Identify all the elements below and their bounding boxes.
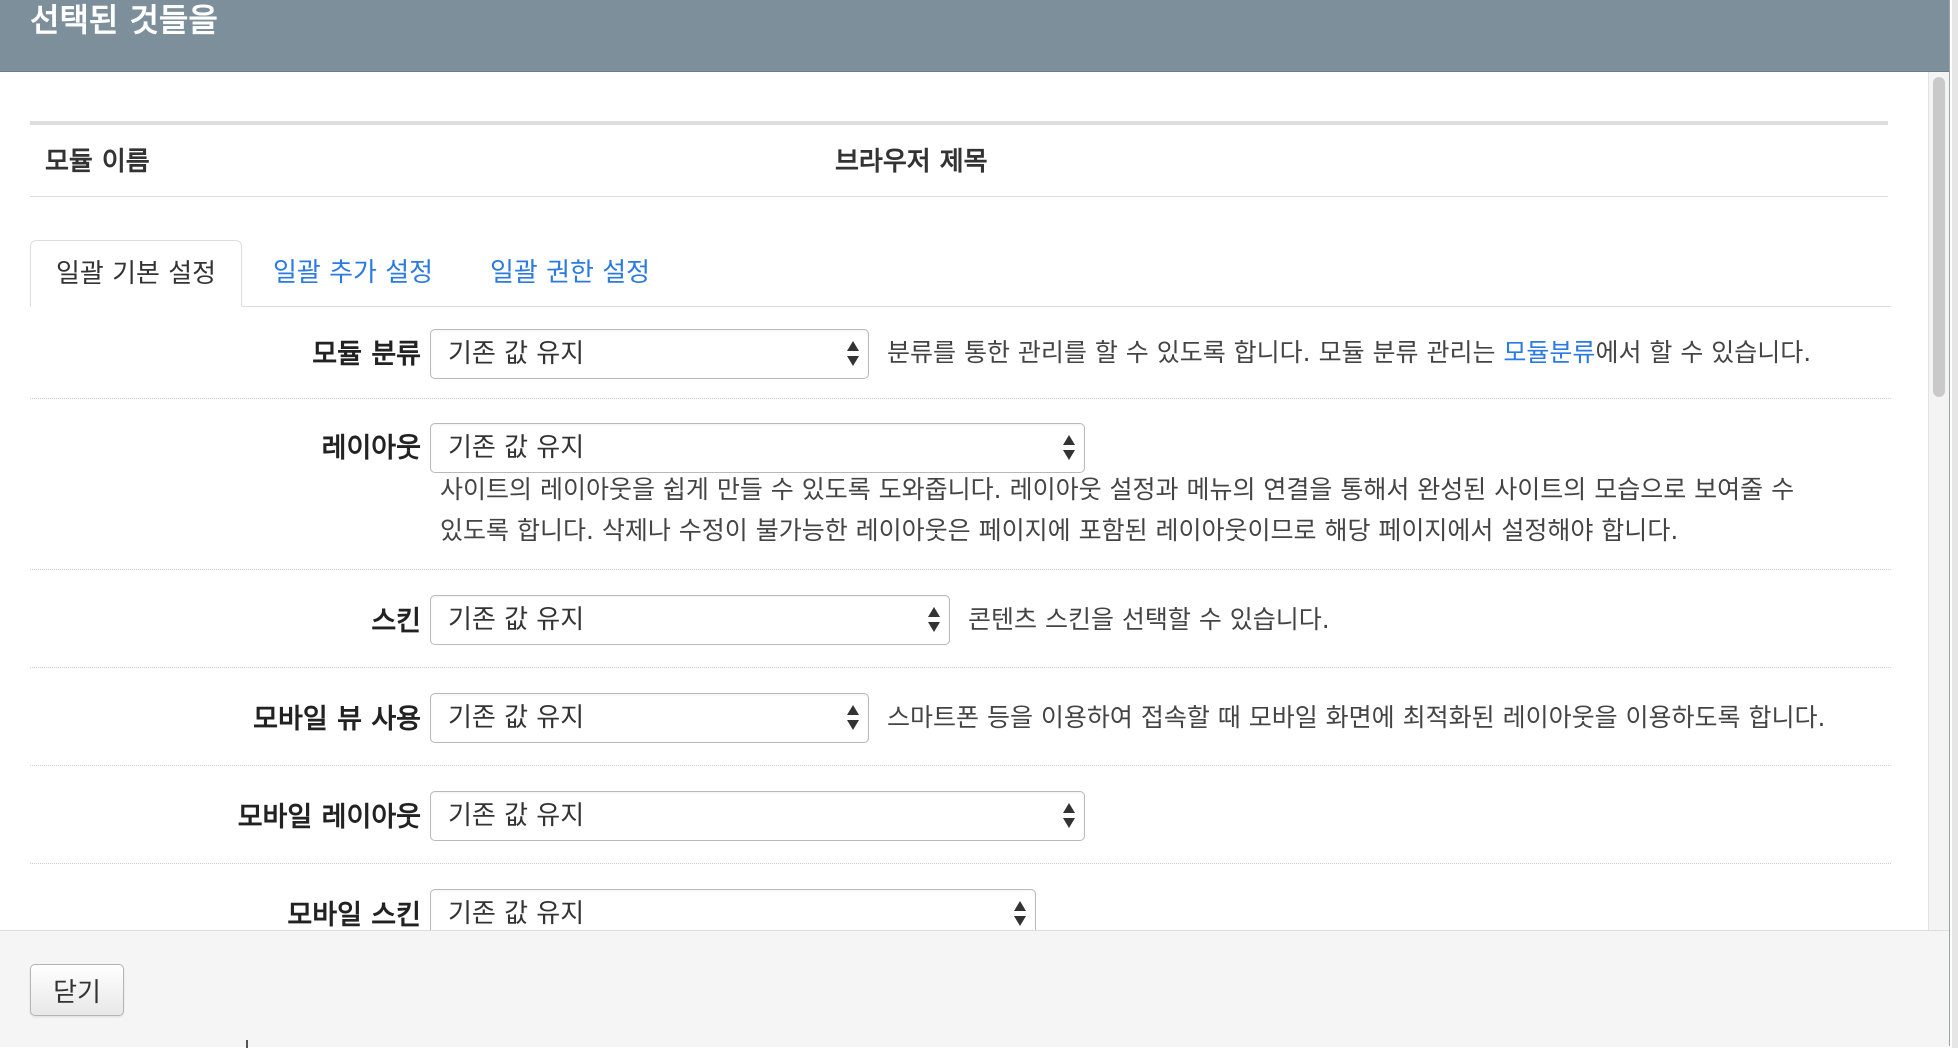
skin-label: 스킨 <box>371 606 421 637</box>
form-row-layout: 레이아웃 기존 값 유지 사이트의 레이아웃을 쉽게 만들 수 있도록 도와줍니… <box>30 399 1891 570</box>
module-category-help: 분류를 통한 관리를 할 수 있도록 합니다. 모듈 분류 관리는 모듈분류에서… <box>887 336 1811 370</box>
mobile-view-help: 스마트폰 등을 이용하여 접속할 때 모바일 화면에 최적화된 레이아웃을 이용… <box>887 703 1826 732</box>
skin-help: 콘텐츠 스킨을 선택할 수 있습니다. <box>968 605 1330 634</box>
mobile-view-select-value: 기존 값 유지 <box>448 703 585 733</box>
tab-batch-additional-settings[interactable]: 일괄 추가 설정 <box>248 240 458 306</box>
layout-help-line-1: 사이트의 레이아웃을 쉽게 만들 수 있도록 도와줍니다. 레이아웃 설정과 메… <box>440 475 1795 504</box>
selected-modules-table: 모듈 이름 브라우저 제목 <box>30 121 1888 197</box>
modal-body[interactable]: 모듈 이름 브라우저 제목 일괄 기본 설정 일괄 추가 설정 일괄 권한 설정… <box>0 72 1928 930</box>
mobile-skin-select[interactable]: 기존 값 유지 <box>430 889 1036 930</box>
layout-help-line-2: 있도록 합니다. 삭제나 수정이 불가능한 레이아웃은 페이지에 포함된 레이아… <box>440 516 1679 545</box>
settings-tabs: 일괄 기본 설정 일괄 추가 설정 일괄 권한 설정 <box>30 240 1891 307</box>
underlying-page-mark <box>246 1040 248 1048</box>
module-category-help-text-end: 에서 할 수 있습니다. <box>1595 338 1812 367</box>
mobile-skin-select-value: 기존 값 유지 <box>448 899 585 929</box>
modal-header: 선택된 것들을 <box>0 0 1949 72</box>
mobile-layout-label: 모바일 레이아웃 <box>237 802 421 833</box>
form-row-skin: 스킨 기존 값 유지 콘텐츠 스킨을 선택할 수 있습니다. <box>30 570 1891 668</box>
layout-select[interactable]: 기존 값 유지 <box>430 423 1085 473</box>
select-arrows-icon <box>846 339 860 369</box>
mobile-view-select[interactable]: 기존 값 유지 <box>430 693 869 743</box>
column-header-module-name: 모듈 이름 <box>45 147 150 177</box>
skin-select-value: 기존 값 유지 <box>448 605 585 635</box>
modal-scrollbar-thumb[interactable] <box>1933 77 1945 397</box>
tab-batch-basic-settings[interactable]: 일괄 기본 설정 <box>30 240 243 307</box>
modal-footer: 닫기 <box>0 930 1949 1047</box>
skin-select[interactable]: 기존 값 유지 <box>430 595 950 645</box>
select-arrows-icon <box>846 703 860 733</box>
select-arrows-icon <box>1013 899 1027 929</box>
module-category-select[interactable]: 기존 값 유지 <box>430 329 869 379</box>
tab-batch-permission-settings[interactable]: 일괄 권한 설정 <box>465 240 675 306</box>
underlying-page-edge <box>1952 0 1958 1048</box>
page: 선택된 것들을 모듈 이름 브라우저 제목 일괄 기본 설정 일괄 추가 설정 … <box>0 0 1958 1048</box>
close-button[interactable]: 닫기 <box>30 964 124 1016</box>
form-row-mobile-view: 모바일 뷰 사용 기존 값 유지 스마트폰 등을 이용하여 접속할 때 모바일 … <box>30 668 1891 766</box>
select-arrows-icon <box>927 605 941 635</box>
layout-select-value: 기존 값 유지 <box>448 433 585 463</box>
mobile-view-label: 모바일 뷰 사용 <box>253 704 421 735</box>
modal-scrollbar[interactable] <box>1928 72 1949 930</box>
form-row-mobile-layout: 모바일 레이아웃 기존 값 유지 <box>30 766 1891 864</box>
select-arrows-icon <box>1062 433 1076 463</box>
column-header-browser-title: 브라우저 제목 <box>835 147 988 177</box>
layout-label: 레이아웃 <box>321 433 421 464</box>
select-arrows-icon <box>1062 801 1076 831</box>
modal-title: 선택된 것들을 <box>30 1 218 39</box>
module-category-select-value: 기존 값 유지 <box>448 339 585 369</box>
module-category-label: 모듈 분류 <box>312 339 421 370</box>
form-row-module-category: 모듈 분류 기존 값 유지 분류를 통한 관리를 할 수 있도록 합니다. 모듈… <box>30 306 1891 399</box>
mobile-skin-label: 모바일 스킨 <box>287 900 421 930</box>
module-category-link[interactable]: 모듈분류 <box>1503 338 1595 367</box>
module-category-help-text: 분류를 통한 관리를 할 수 있도록 합니다. 모듈 분류 관리는 <box>887 338 1504 367</box>
layout-help: 사이트의 레이아웃을 쉽게 만들 수 있도록 도와줍니다. 레이아웃 설정과 메… <box>440 469 1890 551</box>
mobile-layout-select-value: 기존 값 유지 <box>448 801 585 831</box>
form-row-mobile-skin: 모바일 스킨 기존 값 유지 <box>30 864 1891 930</box>
mobile-layout-select[interactable]: 기존 값 유지 <box>430 791 1085 841</box>
batch-settings-modal: 선택된 것들을 모듈 이름 브라우저 제목 일괄 기본 설정 일괄 추가 설정 … <box>0 0 1950 1047</box>
